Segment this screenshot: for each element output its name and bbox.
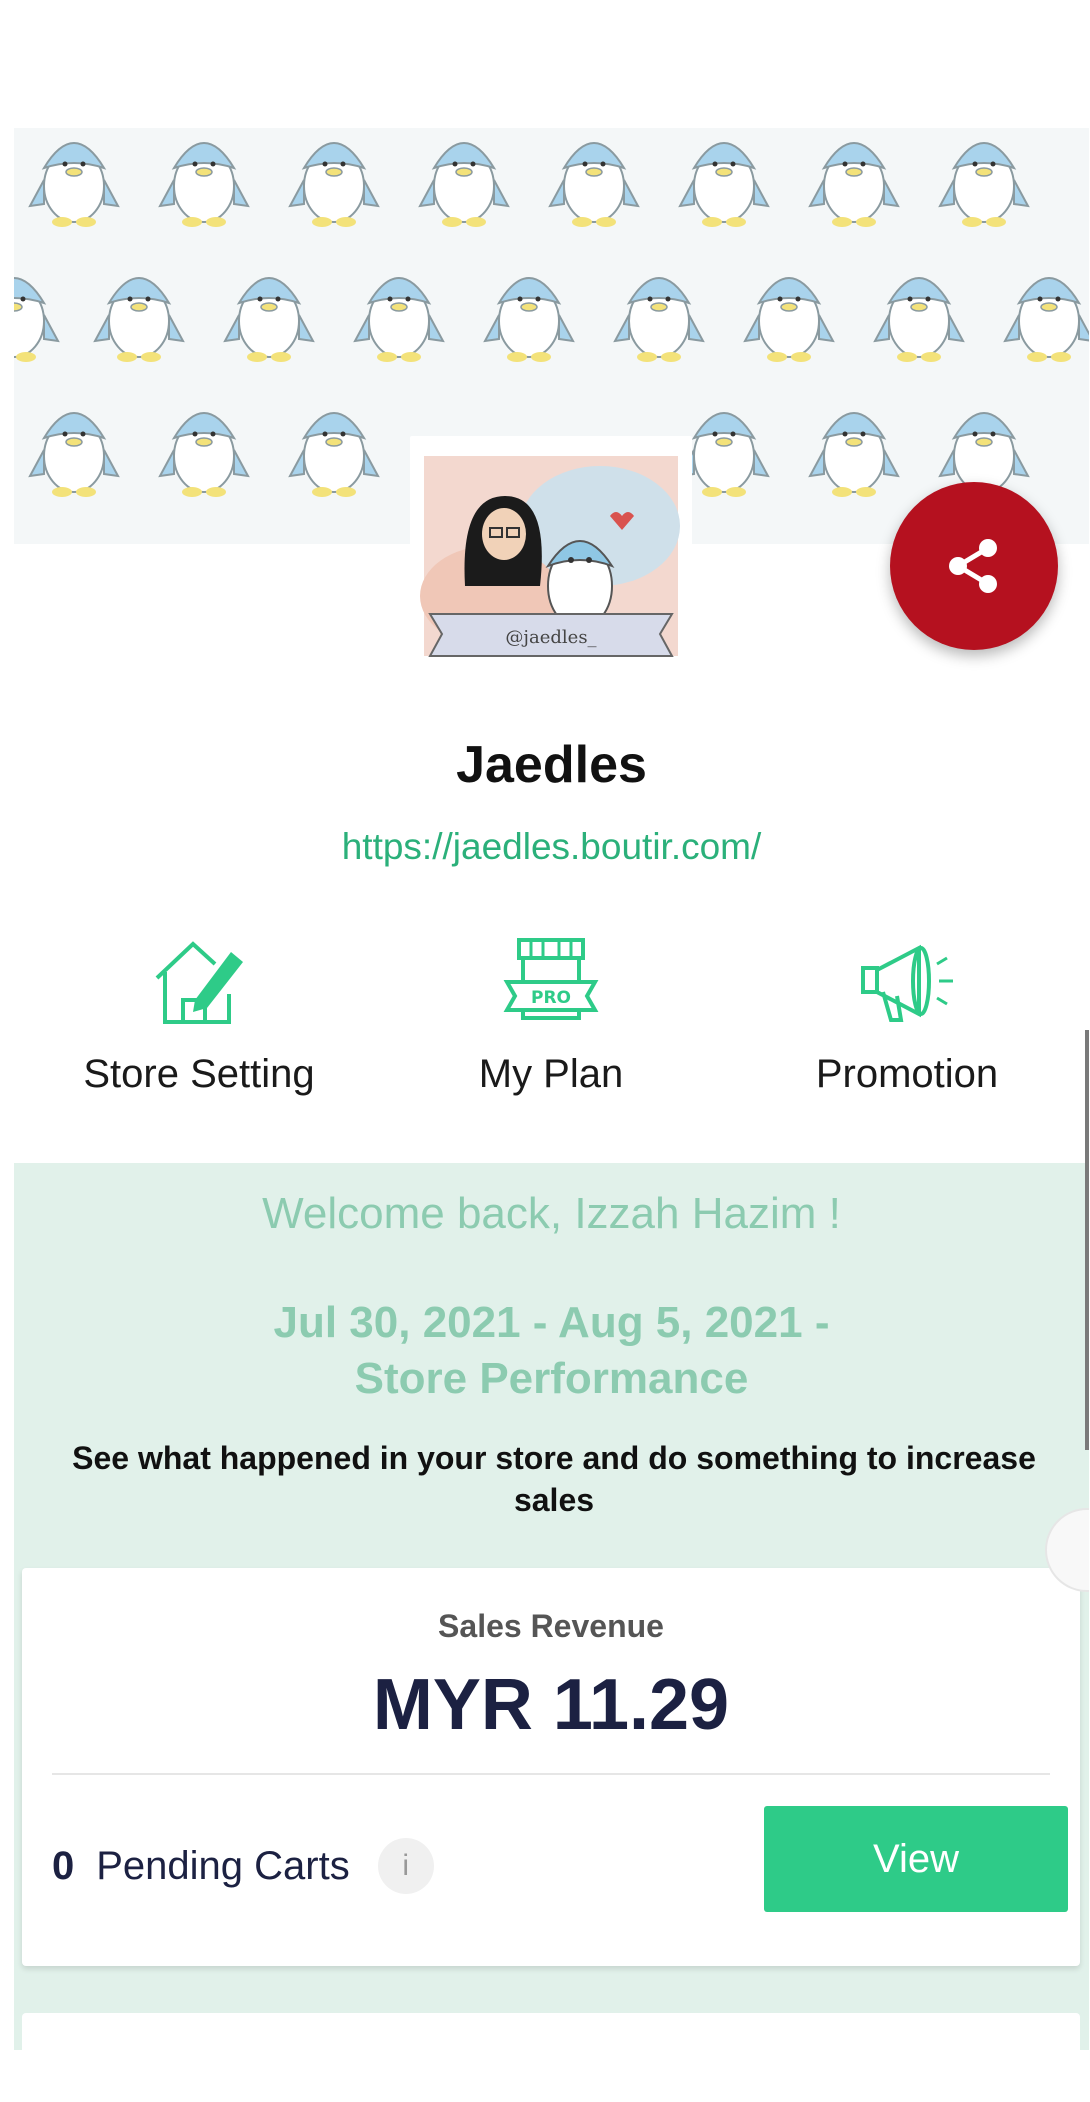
pro-storefront-icon: PRO [503,938,599,1020]
performance-hint: See what happened in your store and do s… [72,1440,1036,1518]
promotion-button[interactable]: Promotion [742,930,1072,1097]
info-icon[interactable]: i [377,1838,434,1894]
sales-revenue-title: Sales Revenue [438,1608,664,1644]
store-avatar[interactable]: @jaedles_ [410,436,692,688]
avatar-caption: @jaedles_ [505,627,596,648]
scrollbar[interactable] [1085,1030,1089,1450]
pro-badge-text: PRO [531,988,571,1008]
quick-actions: Store Setting PRO My Plan Promotion [14,930,1089,1120]
period-title: Store Performance [354,1354,749,1403]
megaphone-icon [861,944,953,1022]
share-button[interactable] [890,482,1058,650]
divider [52,1773,1050,1775]
pending-carts-count: 0 [52,1843,75,1888]
store-url-link[interactable]: https://jaedles.boutir.com/ [14,826,1089,868]
my-plan-label: My Plan [478,1052,624,1096]
sales-revenue-card: Sales Revenue MYR 11.29 0 Pending Carts … [22,1568,1080,1966]
pending-carts: 0 Pending Carts i [52,1838,434,1894]
my-plan-button[interactable]: PRO My Plan [386,930,716,1097]
next-card [22,2013,1080,2050]
store-setting-label: Store Setting [83,1052,315,1096]
period-range: Jul 30, 2021 - Aug 5, 2021 - [273,1298,830,1347]
sales-revenue-value: MYR 11.29 [372,1665,730,1745]
status-area [14,0,1089,128]
house-pencil-icon [155,941,243,1024]
share-icon [949,539,997,593]
view-button[interactable]: View [764,1806,1068,1912]
pending-carts-label: Pending Carts [96,1843,350,1888]
promotion-label: Promotion [815,1052,999,1096]
performance-period: Jul 30, 2021 - Aug 5, 2021 - Store Perfo… [14,1295,1089,1407]
store-name: Jaedles [456,736,647,794]
store-setting-button[interactable]: Store Setting [34,930,364,1097]
store-performance-panel: Welcome back, Izzah Hazim ! Jul 30, 2021… [14,1163,1089,2050]
store-dashboard-screen: @jaedles_ Jaedles https://jaedles.boutir… [14,0,1089,2050]
welcome-text: Welcome back, Izzah Hazim ! [262,1189,841,1238]
